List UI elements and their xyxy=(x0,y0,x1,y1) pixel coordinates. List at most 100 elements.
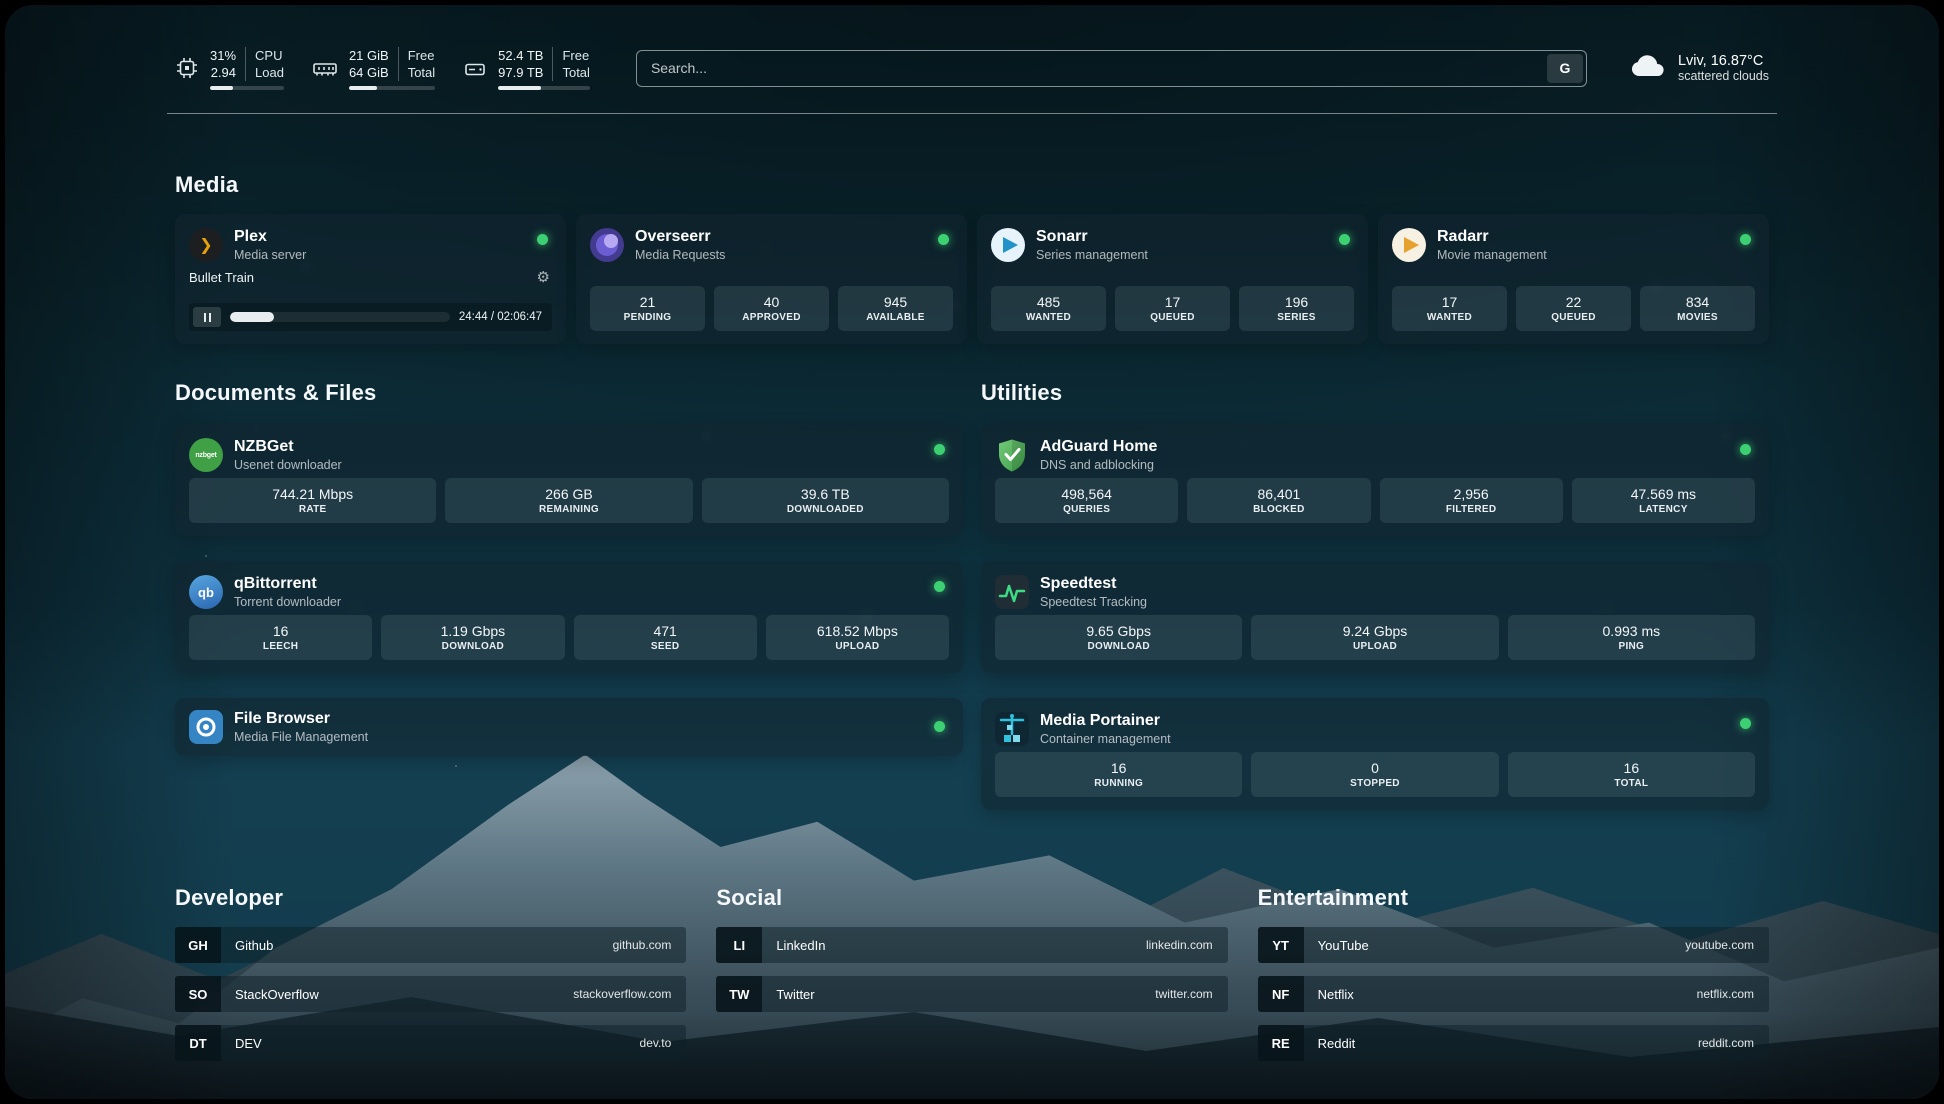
pause-button[interactable] xyxy=(193,307,221,327)
bookmark-url: twitter.com xyxy=(1155,987,1227,1001)
system-metrics: 31% 2.94 CPU Load xyxy=(175,47,590,90)
bookmark-twitter[interactable]: TW Twitter twitter.com xyxy=(716,976,1227,1012)
bookmark-youtube[interactable]: YT YouTube youtube.com xyxy=(1258,927,1769,963)
stat-remaining: 266 GB REMAINING xyxy=(445,478,692,523)
bookmark-abbr: RE xyxy=(1258,1025,1304,1061)
now-playing-title: Bullet Train xyxy=(189,270,254,285)
status-online-dot xyxy=(1740,444,1751,455)
app-name: qBittorrent xyxy=(234,574,341,594)
stat-rate: 744.21 Mbps RATE xyxy=(189,478,436,523)
memory-progress-bar xyxy=(349,86,435,90)
app-card-adguard[interactable]: AdGuard Home DNS and adblocking 498,564 … xyxy=(981,424,1769,536)
memory-metric: 21 GiB 64 GiB Free Total xyxy=(312,47,435,90)
nzbget-icon: nzbget xyxy=(189,438,223,472)
app-description: DNS and adblocking xyxy=(1040,457,1157,473)
storage-free-value: 52.4 TB xyxy=(498,47,543,64)
status-online-dot xyxy=(537,234,548,245)
storage-label-bottom: Total xyxy=(562,64,589,81)
plex-icon: ❯ xyxy=(189,228,223,262)
search-engine-button[interactable]: G xyxy=(1547,54,1583,83)
search-input[interactable] xyxy=(637,51,1547,86)
bookmark-abbr: GH xyxy=(175,927,221,963)
settings-gear-icon[interactable]: ⚙ xyxy=(537,270,550,285)
status-online-dot xyxy=(934,581,945,592)
app-card-qbittorrent[interactable]: qb qBittorrent Torrent downloader 16 LEE… xyxy=(175,561,963,673)
stat-upload: 9.24 Gbps UPLOAD xyxy=(1251,615,1498,660)
app-card-nzbget[interactable]: nzbget NZBGet Usenet downloader 744.21 M… xyxy=(175,424,963,536)
app-card-overseerr[interactable]: Overseerr Media Requests 21 PENDING 40 A… xyxy=(576,214,967,344)
memory-icon xyxy=(312,56,338,80)
bookmark-name: Netflix xyxy=(1304,987,1354,1002)
stat-seed: 471 SEED xyxy=(574,615,757,660)
stat-queued: 22 QUEUED xyxy=(1516,286,1631,331)
app-card-radarr[interactable]: Radarr Movie management 17 WANTED 22 QUE… xyxy=(1378,214,1769,344)
weather-widget[interactable]: Lviv, 16.87°C scattered clouds xyxy=(1629,52,1769,85)
section-title-social: Social xyxy=(716,885,1227,911)
bookmark-name: Reddit xyxy=(1304,1036,1356,1051)
hard-drive-icon xyxy=(463,56,487,80)
radarr-icon xyxy=(1392,228,1426,262)
status-online-dot xyxy=(934,721,945,732)
bookmark-reddit[interactable]: RE Reddit reddit.com xyxy=(1258,1025,1769,1061)
bookmark-name: DEV xyxy=(221,1036,262,1051)
top-bar: 31% 2.94 CPU Load xyxy=(175,39,1769,97)
stat-downloaded: 39.6 TB DOWNLOADED xyxy=(702,478,949,523)
section-title-entertainment: Entertainment xyxy=(1258,885,1769,911)
weather-location: Lviv, 16.87°C xyxy=(1678,53,1769,69)
playback-progress-fill xyxy=(230,312,274,322)
section-title-documents: Documents & Files xyxy=(175,380,963,406)
app-description: Speedtest Tracking xyxy=(1040,594,1147,610)
developer-bookmarks: Developer GH Github github.com SO StackO… xyxy=(175,885,686,1074)
entertainment-bookmarks: Entertainment YT YouTube youtube.com NF … xyxy=(1258,885,1769,1074)
app-card-portainer[interactable]: Media Portainer Container management 16 … xyxy=(981,698,1769,810)
section-title-developer: Developer xyxy=(175,885,686,911)
bookmark-name: YouTube xyxy=(1304,938,1369,953)
app-card-plex[interactable]: ❯ Plex Media server Bullet Train ⚙ xyxy=(175,214,566,344)
stat-wanted: 17 WANTED xyxy=(1392,286,1507,331)
cpu-progress-bar xyxy=(210,86,284,90)
status-online-dot xyxy=(1740,718,1751,729)
storage-total-value: 97.9 TB xyxy=(498,64,543,81)
stat-available: 945 AVAILABLE xyxy=(838,286,953,331)
memory-label-top: Free xyxy=(408,47,435,64)
bookmark-url: dev.to xyxy=(640,1036,687,1050)
bookmark-abbr: NF xyxy=(1258,976,1304,1012)
bookmark-name: LinkedIn xyxy=(762,938,825,953)
bookmark-abbr: DT xyxy=(175,1025,221,1061)
bookmark-stackoverflow[interactable]: SO StackOverflow stackoverflow.com xyxy=(175,976,686,1012)
app-name: AdGuard Home xyxy=(1040,437,1157,457)
memory-total-value: 64 GiB xyxy=(349,64,389,81)
cpu-label-bottom: Load xyxy=(255,64,284,81)
stat-filtered: 2,956 FILTERED xyxy=(1380,478,1563,523)
stat-leech: 16 LEECH xyxy=(189,615,372,660)
cloud-icon xyxy=(1629,52,1667,85)
dashboard-window: 31% 2.94 CPU Load xyxy=(5,5,1939,1099)
bookmark-netflix[interactable]: NF Netflix netflix.com xyxy=(1258,976,1769,1012)
stat-wanted: 485 WANTED xyxy=(991,286,1106,331)
playback-progress-track[interactable] xyxy=(230,312,450,322)
qbittorrent-icon: qb xyxy=(189,575,223,609)
app-card-sonarr[interactable]: Sonarr Series management 485 WANTED 17 Q… xyxy=(977,214,1368,344)
app-name: Radarr xyxy=(1437,227,1547,247)
app-card-speedtest[interactable]: Speedtest Speedtest Tracking 9.65 Gbps D… xyxy=(981,561,1769,673)
portainer-icon xyxy=(995,712,1029,746)
app-description: Usenet downloader xyxy=(234,457,342,473)
stat-queued: 17 QUEUED xyxy=(1115,286,1230,331)
search-bar: G xyxy=(636,50,1587,87)
header-divider xyxy=(167,113,1777,114)
speedtest-icon xyxy=(995,575,1029,609)
stat-approved: 40 APPROVED xyxy=(714,286,829,331)
stat-pending: 21 PENDING xyxy=(590,286,705,331)
stat-latency: 47.569 ms LATENCY xyxy=(1572,478,1755,523)
bookmark-linkedin[interactable]: LI LinkedIn linkedin.com xyxy=(716,927,1227,963)
bookmark-abbr: TW xyxy=(716,976,762,1012)
app-card-filebrowser[interactable]: File Browser Media File Management xyxy=(175,698,963,756)
playback-time: 24:44 / 02:06:47 xyxy=(459,311,548,323)
memory-label-bottom: Total xyxy=(408,64,435,81)
stat-upload: 618.52 Mbps UPLOAD xyxy=(766,615,949,660)
status-online-dot xyxy=(938,234,949,245)
bookmark-github[interactable]: GH Github github.com xyxy=(175,927,686,963)
overseerr-icon xyxy=(590,228,624,262)
app-description: Series management xyxy=(1036,247,1148,263)
bookmark-dev[interactable]: DT DEV dev.to xyxy=(175,1025,686,1061)
